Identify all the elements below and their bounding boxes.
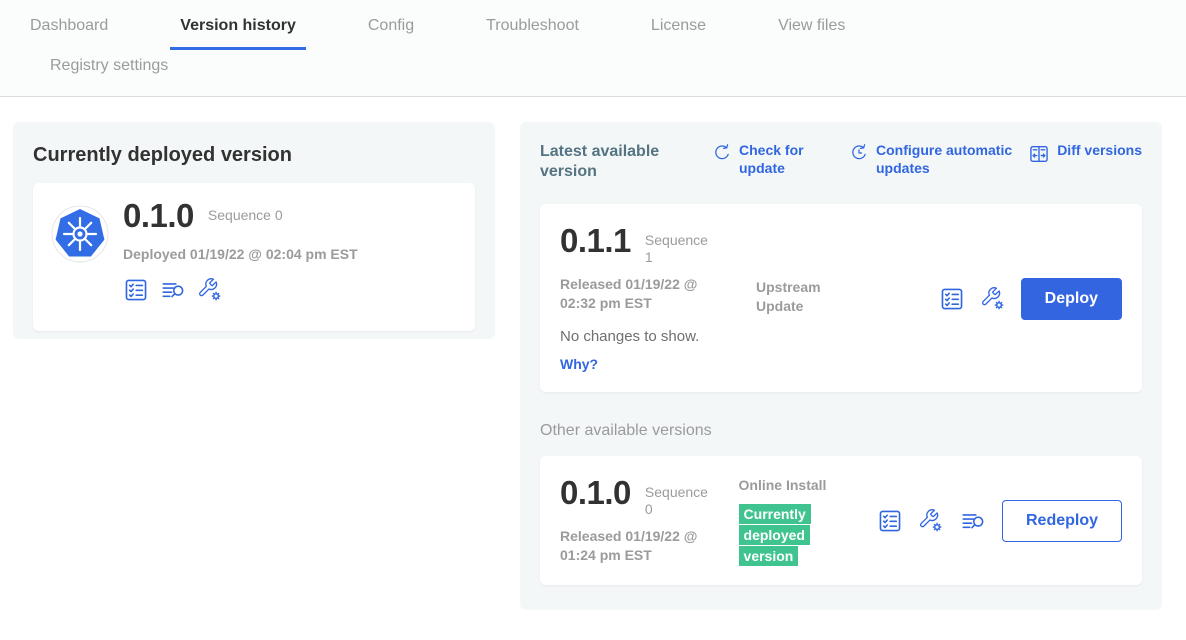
edit-config-icon[interactable] (918, 508, 944, 534)
edit-config-icon[interactable] (980, 286, 1006, 312)
kubernetes-logo-icon (51, 205, 109, 263)
latest-available-panel: Latest available version Check for updat… (520, 122, 1162, 610)
other-available-versions-title: Other available versions (540, 422, 1142, 440)
why-link[interactable]: Why? (560, 356, 598, 372)
deploy-logs-icon[interactable] (959, 508, 987, 534)
deploy-logs-icon[interactable] (159, 277, 187, 303)
currently-deployed-title: Currently deployed version (33, 144, 475, 167)
preflight-checks-icon[interactable] (877, 508, 903, 534)
latest-released-date: Released 01/19/22 @ 02:32 pm EST (560, 275, 732, 313)
deployed-date: Deployed 01/19/22 @ 02:04 pm EST (123, 245, 459, 264)
available-header: Latest available version Check for updat… (540, 142, 1142, 182)
latest-version-number: 0.1.1 (560, 224, 631, 258)
refresh-icon (712, 143, 732, 163)
redeploy-button[interactable]: Redeploy (1002, 500, 1122, 542)
schedule-refresh-icon (849, 143, 869, 163)
deploy-button[interactable]: Deploy (1021, 278, 1122, 320)
diff-icon (1028, 143, 1050, 165)
nav-tabs-row-2: Registry settings (0, 50, 1186, 86)
currently-deployed-panel: Currently deployed version (13, 122, 495, 339)
deployed-version-card: 0.1.0 Sequence 0 Deployed 01/19/22 @ 02:… (33, 183, 475, 331)
tab-config[interactable]: Config (358, 17, 424, 50)
tab-version-history[interactable]: Version history (170, 17, 306, 50)
tab-view-files[interactable]: View files (768, 17, 855, 50)
tab-dashboard[interactable]: Dashboard (20, 17, 118, 50)
deployed-version-number: 0.1.0 (123, 199, 194, 233)
nav-tabs-row-1: Dashboard Version history Config Trouble… (0, 0, 1186, 50)
tab-troubleshoot[interactable]: Troubleshoot (476, 17, 589, 50)
latest-version-card: 0.1.1 Sequence 1 Released 01/19/22 @ 02:… (540, 204, 1142, 392)
other-released-date: Released 01/19/22 @ 01:24 pm EST (560, 527, 732, 565)
latest-sequence-label: Sequence 1 (645, 224, 717, 266)
deployed-sequence-label: Sequence 0 (208, 199, 283, 224)
preflight-checks-icon[interactable] (123, 277, 149, 303)
no-changes-note: No changes to show. (560, 328, 756, 345)
currently-deployed-badge: Currently deployed version (739, 504, 821, 567)
check-for-update-link[interactable]: Check for update (712, 142, 815, 177)
edit-config-icon[interactable] (197, 277, 223, 303)
diff-versions-link[interactable]: Diff versions (1028, 142, 1142, 165)
main-content: Currently deployed version (0, 97, 1186, 639)
top-navbar: Dashboard Version history Config Trouble… (0, 0, 1186, 97)
other-source-label: Online Install (739, 476, 831, 495)
tab-registry-settings[interactable]: Registry settings (40, 57, 178, 86)
configure-automatic-updates-link[interactable]: Configure automatic updates (849, 142, 1026, 177)
other-version-card: 0.1.0 Sequence 0 Released 01/19/22 @ 01:… (540, 456, 1142, 585)
other-version-number: 0.1.0 (560, 476, 631, 510)
other-sequence-label: Sequence 0 (645, 476, 717, 518)
latest-source-label: Upstream Update (756, 278, 848, 316)
latest-available-title: Latest available version (540, 142, 678, 182)
preflight-checks-icon[interactable] (939, 286, 965, 312)
tab-license[interactable]: License (641, 17, 716, 50)
